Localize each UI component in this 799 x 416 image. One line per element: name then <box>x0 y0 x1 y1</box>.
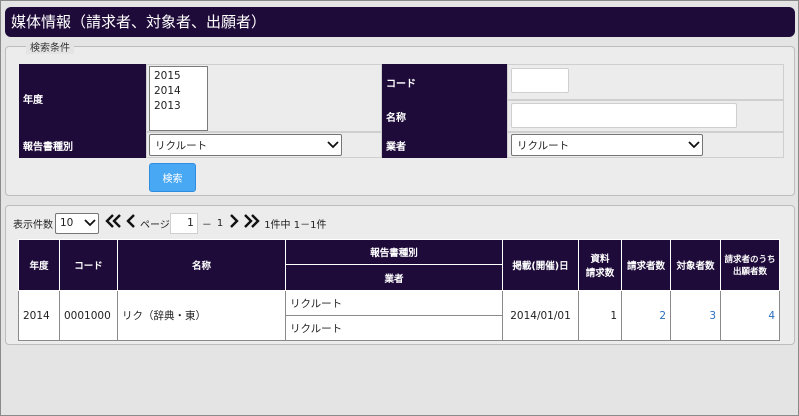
year-listbox[interactable]: 2015 2014 2013 <box>149 66 208 131</box>
year-option[interactable]: 2013 <box>154 99 203 114</box>
window-frame: 媒体情報（請求者、対象者、出願者） 検索条件 年度 2015 2014 2013… <box>0 0 799 416</box>
page-label: ページ <box>140 219 170 231</box>
header-name: 名称 <box>117 239 286 291</box>
header-publish-date: 掲載(開催)日 <box>502 239 579 291</box>
year-label-text: 年度 <box>23 94 43 106</box>
header-applicants-line2: 出願者数 <box>732 267 767 277</box>
chevron-down-icon <box>82 216 98 230</box>
header-doc-requests: 資料 請求数 <box>578 239 622 291</box>
code-label-text: コード <box>386 78 416 90</box>
report-type-select[interactable]: リクルート <box>149 134 342 156</box>
cell-code: 0001000 <box>59 290 118 341</box>
header-code: コード <box>59 239 118 291</box>
per-page-value: 10 <box>60 217 74 229</box>
header-vendor: 業者 <box>285 264 503 291</box>
header-applicants-line1: 請求者のうち <box>724 255 776 265</box>
cell-report-type: リクルート <box>285 290 503 316</box>
result-summary: 1件中 1－1件 <box>264 219 327 231</box>
vendor-select[interactable]: リクルート <box>511 134 703 156</box>
pager: 表示件数 10 ページ 1 － 1 1件中 1－1件 <box>13 212 326 234</box>
next-page-icon[interactable] <box>229 213 240 233</box>
page-title: 媒体情報（請求者、対象者、出願者） <box>5 7 795 37</box>
header-requesters: 請求者数 <box>621 239 671 291</box>
cell-name: リク（辞典・東） <box>117 290 286 341</box>
cell-applicants-link[interactable]: 4 <box>720 290 780 341</box>
report-type-value: リクルート <box>155 139 208 152</box>
header-report-type: 報告書種別 <box>285 239 503 265</box>
name-label-text: 名称 <box>386 112 406 124</box>
search-button[interactable]: 検索 <box>149 163 196 192</box>
vendor-label: 業者 <box>382 132 507 158</box>
first-page-icon[interactable] <box>105 213 122 233</box>
cell-targets-link[interactable]: 3 <box>670 290 721 341</box>
code-input[interactable] <box>511 68 569 93</box>
last-page-icon[interactable] <box>243 213 260 233</box>
header-applicants: 請求者のうち 出願者数 <box>720 239 780 291</box>
header-targets: 対象者数 <box>670 239 721 291</box>
header-year: 年度 <box>18 239 60 291</box>
chevron-down-icon <box>686 138 702 152</box>
per-page-select[interactable]: 10 <box>55 212 99 234</box>
page-total: 1 <box>216 217 224 229</box>
header-doc-requests-line2: 請求数 <box>585 268 615 279</box>
search-conditions-panel: 検索条件 年度 2015 2014 2013 コード 名称 報告書種別 リクルー… <box>5 39 795 196</box>
cell-vendor: リクルート <box>285 315 503 341</box>
results-table: 年度 コード 名称 報告書種別 掲載(開催)日 資料 請求数 請求者数 対象者数… <box>18 239 780 341</box>
vendor-label-text: 業者 <box>386 141 406 153</box>
chevron-down-icon <box>325 138 341 152</box>
search-legend: 検索条件 <box>26 39 74 54</box>
name-label: 名称 <box>382 100 507 132</box>
page-separator: － <box>201 219 212 231</box>
year-option[interactable]: 2014 <box>154 84 203 99</box>
per-page-label: 表示件数 <box>13 219 53 231</box>
cell-year: 2014 <box>18 290 60 341</box>
cell-requesters-link[interactable]: 2 <box>621 290 671 341</box>
cell-doc-requests: 1 <box>578 290 622 341</box>
report-type-label: 報告書種別 <box>19 132 146 158</box>
prev-page-icon[interactable] <box>125 213 136 233</box>
vendor-value: リクルート <box>517 139 570 152</box>
header-doc-requests-line1: 資料 <box>590 254 610 265</box>
code-label: コード <box>382 64 507 100</box>
page-input[interactable]: 1 <box>169 212 198 234</box>
year-label: 年度 <box>19 64 146 132</box>
report-type-label-text: 報告書種別 <box>23 141 73 153</box>
year-option[interactable]: 2015 <box>154 69 203 84</box>
table-row: 2014 0001000 リク（辞典・東） リクルート 2014/01/01 1… <box>18 290 780 341</box>
name-input[interactable] <box>511 103 737 128</box>
cell-publish-date: 2014/01/01 <box>502 290 579 341</box>
